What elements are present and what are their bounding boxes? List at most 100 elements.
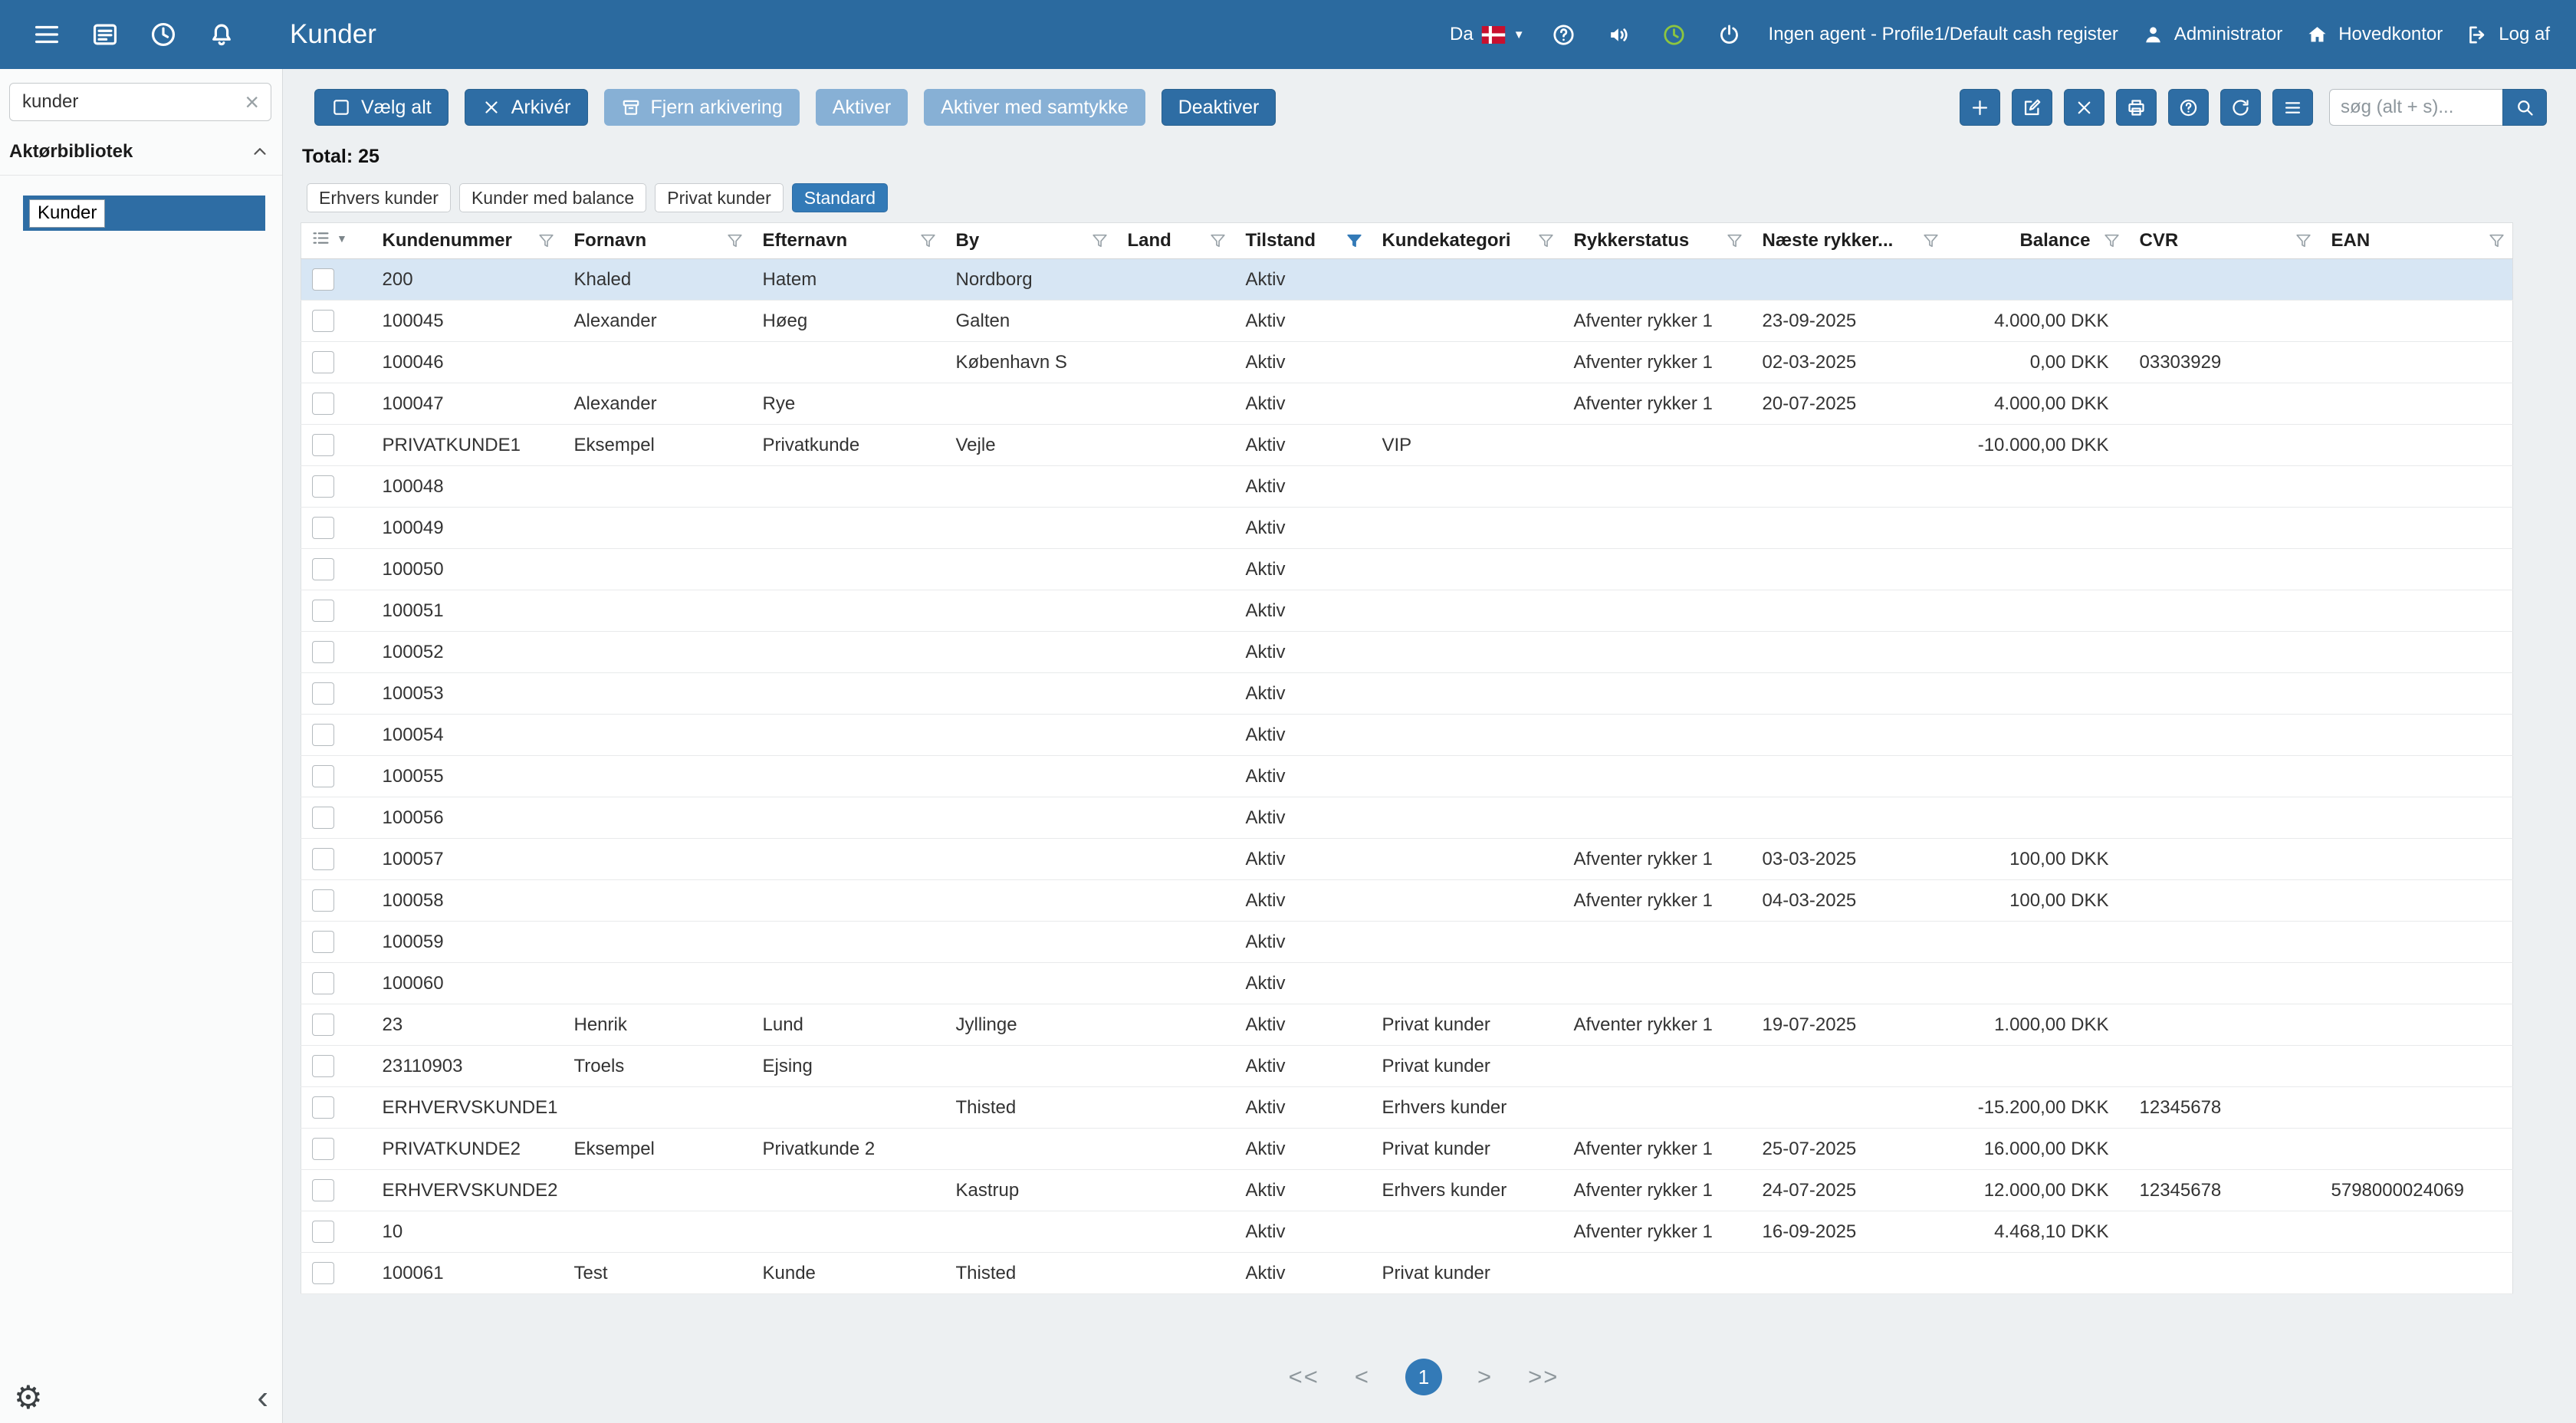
row-checkbox[interactable] xyxy=(312,600,334,622)
collapse-sidebar-icon[interactable]: ‹ xyxy=(257,1381,268,1415)
table-search-input[interactable] xyxy=(2329,89,2502,126)
table-row[interactable]: 100052 Aktiv xyxy=(301,631,2513,673)
clear-search-icon[interactable]: × xyxy=(245,90,259,114)
sidebar-search-input[interactable] xyxy=(9,83,271,121)
table-row[interactable]: 23 Henrik Lund Jyllinge Aktiv Privat kun… xyxy=(301,1004,2513,1046)
table-row[interactable]: 100046 København S Aktiv Afventer rykker… xyxy=(301,341,2513,383)
column-header[interactable]: EAN xyxy=(2318,222,2513,259)
filter-icon[interactable] xyxy=(1921,232,1940,251)
power-button[interactable] xyxy=(1714,18,1746,51)
filter-icon[interactable] xyxy=(1725,232,1744,251)
filter-icon[interactable] xyxy=(537,232,556,251)
current-page-button[interactable]: 1 xyxy=(1405,1359,1442,1395)
table-row[interactable]: 100048 Aktiv xyxy=(301,465,2513,508)
row-checkbox[interactable] xyxy=(312,972,334,994)
row-checkbox[interactable] xyxy=(312,682,334,705)
column-header[interactable]: By xyxy=(943,222,1116,259)
sidebar-section-header[interactable]: Aktørbibliotek xyxy=(0,127,282,176)
table-row[interactable]: 100050 Aktiv xyxy=(301,548,2513,590)
table-row[interactable]: 100054 Aktiv xyxy=(301,714,2513,756)
column-header[interactable]: Land xyxy=(1115,222,1234,259)
row-checkbox[interactable] xyxy=(312,393,334,415)
unarchive-button[interactable]: Fjern arkivering xyxy=(603,89,800,126)
column-header[interactable]: Fornavn xyxy=(561,222,751,259)
row-checkbox[interactable] xyxy=(312,475,334,498)
add-button[interactable] xyxy=(1960,89,2000,126)
table-row[interactable]: 10 Aktiv Afventer rykker 1 16-09-2025 4.… xyxy=(301,1211,2513,1253)
column-header[interactable]: Næste rykker... xyxy=(1750,222,1947,259)
row-checkbox[interactable] xyxy=(312,848,334,870)
office-menu[interactable]: Hovedkontor xyxy=(2305,23,2443,47)
column-header[interactable]: Kundenummer xyxy=(370,222,562,259)
row-checkbox[interactable] xyxy=(312,807,334,829)
row-checkbox[interactable] xyxy=(312,641,334,663)
row-checkbox[interactable] xyxy=(312,517,334,539)
logout-button[interactable]: Log af xyxy=(2466,23,2550,47)
column-header[interactable]: Kundekategori xyxy=(1369,222,1562,259)
column-header[interactable]: Tilstand xyxy=(1233,222,1370,259)
row-checkbox[interactable] xyxy=(312,1138,334,1160)
filter-icon[interactable] xyxy=(725,232,744,251)
filter-icon[interactable] xyxy=(918,232,938,251)
row-checkbox[interactable] xyxy=(312,889,334,912)
filter-chip[interactable]: Kunder med balance xyxy=(458,183,647,212)
filter-icon[interactable] xyxy=(2487,232,2506,251)
filter-icon[interactable] xyxy=(1536,232,1556,251)
status-clock-button[interactable] xyxy=(1658,18,1691,51)
grid-select-menu[interactable]: ▼ xyxy=(310,228,347,248)
column-header[interactable]: Rykkerstatus xyxy=(1561,222,1750,259)
row-checkbox[interactable] xyxy=(312,1179,334,1201)
row-checkbox[interactable] xyxy=(312,268,334,291)
filter-chip[interactable]: Erhvers kunder xyxy=(307,183,451,212)
table-row[interactable]: ERHVERVSKUNDE1 Thisted Aktiv Erhvers kun… xyxy=(301,1086,2513,1129)
last-page-button[interactable]: >> xyxy=(1528,1363,1559,1391)
filter-icon[interactable] xyxy=(1208,232,1227,251)
row-checkbox[interactable] xyxy=(312,351,334,373)
row-checkbox[interactable] xyxy=(312,931,334,953)
language-selector[interactable]: Da ▼ xyxy=(1450,24,1525,45)
prev-page-button[interactable]: < xyxy=(1355,1363,1370,1391)
activate-button[interactable]: Aktiver xyxy=(815,89,909,126)
activate-with-consent-button[interactable]: Aktiver med samtykke xyxy=(924,89,1145,126)
row-checkbox[interactable] xyxy=(312,1221,334,1243)
first-page-button[interactable]: << xyxy=(1289,1363,1319,1391)
table-row[interactable]: 100051 Aktiv xyxy=(301,590,2513,632)
sidebar-item-kunder[interactable]: Kunder xyxy=(23,196,265,231)
table-row[interactable]: 100049 Aktiv xyxy=(301,507,2513,549)
table-row[interactable]: 23110903 Troels Ejsing Aktiv Privat kund… xyxy=(301,1045,2513,1087)
user-menu[interactable]: Administrator xyxy=(2141,23,2282,47)
archive-button[interactable]: Arkivér xyxy=(464,89,588,126)
table-row[interactable]: 100060 Aktiv xyxy=(301,962,2513,1004)
filter-icon[interactable] xyxy=(2102,232,2121,251)
help-button[interactable] xyxy=(1548,18,1580,51)
row-checkbox[interactable] xyxy=(312,1096,334,1119)
table-row[interactable]: 100056 Aktiv xyxy=(301,797,2513,839)
table-row[interactable]: PRIVATKUNDE2 Eksempel Privatkunde 2 Akti… xyxy=(301,1128,2513,1170)
table-row[interactable]: 100057 Aktiv Afventer rykker 1 03-03-202… xyxy=(301,838,2513,880)
row-checkbox[interactable] xyxy=(312,1014,334,1036)
row-checkbox[interactable] xyxy=(312,765,334,787)
filter-chip[interactable]: Standard xyxy=(791,183,889,212)
notifications-button[interactable] xyxy=(201,14,242,55)
menu-button[interactable] xyxy=(26,14,67,55)
row-checkbox[interactable] xyxy=(312,724,334,746)
row-checkbox[interactable] xyxy=(312,434,334,456)
deactivate-button[interactable]: Deaktiver xyxy=(1161,89,1276,126)
refresh-button[interactable] xyxy=(2220,89,2261,126)
settings-gear-icon[interactable]: ⚙ xyxy=(14,1382,43,1414)
time-button[interactable] xyxy=(143,14,184,55)
table-row[interactable]: 100053 Aktiv xyxy=(301,672,2513,715)
table-row[interactable]: ERHVERVSKUNDE2 Kastrup Aktiv Erhvers kun… xyxy=(301,1169,2513,1211)
table-row[interactable]: 200 Khaled Hatem Nordborg Aktiv xyxy=(301,258,2513,301)
row-checkbox[interactable] xyxy=(312,1262,334,1284)
filter-icon[interactable] xyxy=(1345,232,1364,251)
row-checkbox[interactable] xyxy=(312,310,334,332)
filter-chip[interactable]: Privat kunder xyxy=(655,183,784,212)
delete-button[interactable] xyxy=(2064,89,2104,126)
column-header[interactable]: Balance xyxy=(1946,222,2128,259)
filter-icon[interactable] xyxy=(2294,232,2313,251)
help-grid-button[interactable] xyxy=(2168,89,2209,126)
table-row[interactable]: 100055 Aktiv xyxy=(301,755,2513,797)
row-checkbox[interactable] xyxy=(312,1055,334,1077)
row-checkbox[interactable] xyxy=(312,558,334,580)
